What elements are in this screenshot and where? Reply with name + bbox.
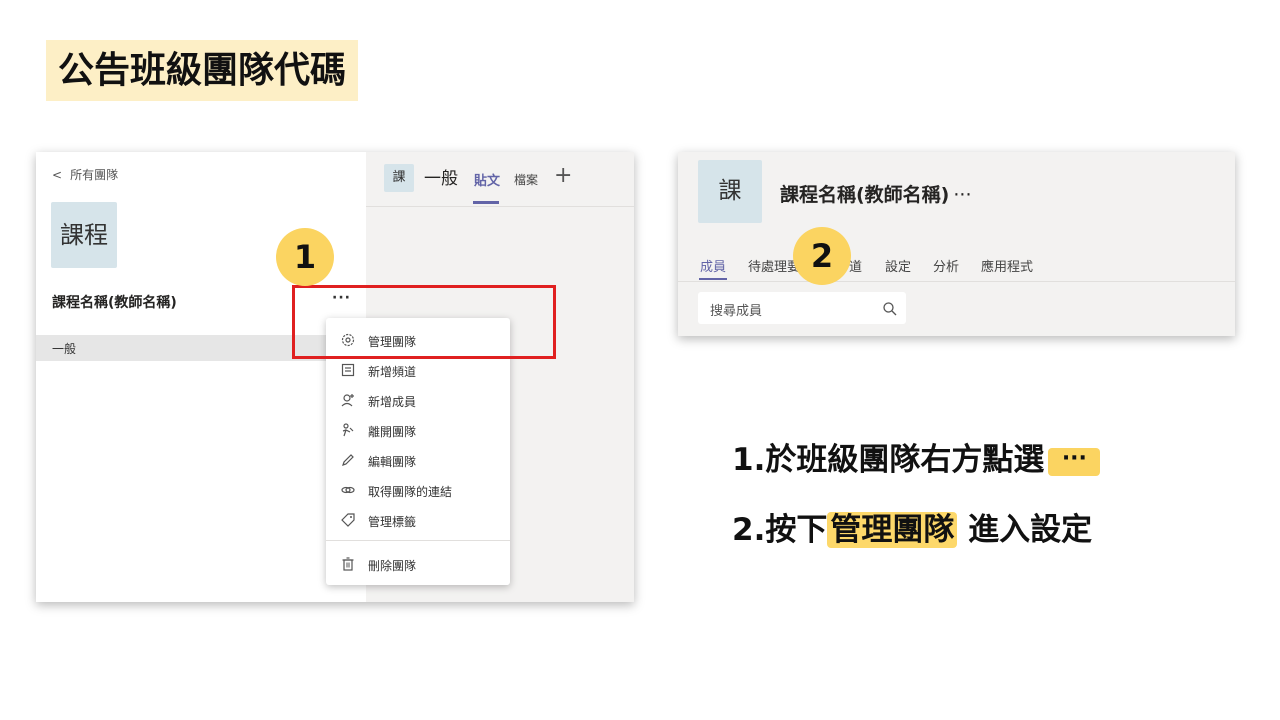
tab-active-indicator (473, 201, 499, 204)
menu-divider (326, 540, 510, 541)
manage-team-highlight-text: 管理團隊 (827, 512, 958, 548)
team-avatar: 課程 (51, 202, 117, 268)
menu-item-add-member[interactable]: 新增成員 (326, 386, 510, 414)
team-name-text: 課程名稱(教師名稱) (780, 184, 950, 206)
channel-team-avatar: 課 (384, 164, 414, 192)
manage-team-highlight (292, 285, 556, 359)
menu-item-label: 刪除團隊 (368, 559, 417, 573)
tab-active-indicator (699, 278, 727, 280)
tab-settings[interactable]: 設定 (885, 256, 911, 275)
step-1-badge: 1 (276, 228, 334, 286)
search-placeholder: 搜尋成員 (710, 304, 763, 319)
step-prefix: 2. (732, 512, 766, 548)
step-prefix: 1. (732, 442, 766, 478)
menu-item-get-link[interactable]: 取得團隊的連結 (326, 476, 510, 504)
menu-item-label: 新增頻道 (368, 365, 417, 379)
menu-item-label: 新增成員 (368, 395, 417, 409)
menu-item-manage-tags[interactable]: 管理標籤 (326, 506, 510, 534)
more-options-button[interactable]: ··· (953, 184, 971, 206)
link-icon (341, 486, 355, 494)
pencil-icon (342, 454, 354, 466)
add-member-icon (341, 394, 354, 407)
slide-title: 公告班級團隊代碼 (46, 40, 359, 101)
channel-label: 一般 (52, 342, 77, 356)
tab-analytics[interactable]: 分析 (933, 256, 959, 275)
instruction-text: 進入設定 (968, 512, 1093, 548)
tab-apps[interactable]: 應用程式 (981, 256, 1033, 275)
tag-icon (341, 513, 355, 527)
menu-item-label: 管理標籤 (368, 515, 417, 529)
menu-item-add-channel[interactable]: 新增頻道 (326, 356, 510, 384)
more-dots-badge: ··· (1048, 447, 1101, 476)
tab-divider (678, 281, 1235, 282)
channel-title: 一般 (424, 169, 458, 189)
menu-item-label: 編輯團隊 (368, 455, 417, 469)
menu-item-delete-team[interactable]: 刪除團隊 (326, 550, 510, 578)
search-members-input[interactable]: 搜尋成員 (698, 292, 906, 324)
menu-item-label: 取得團隊的連結 (368, 485, 453, 499)
team-avatar: 課 (698, 160, 762, 223)
instruction-text: 於班級團隊右方點選 (765, 442, 1045, 478)
menu-item-leave-team[interactable]: 離開團隊 (326, 416, 510, 444)
menu-item-edit-team[interactable]: 編輯團隊 (326, 446, 510, 474)
instruction-line-2: 2.按下管理團隊 進入設定 (732, 504, 1092, 549)
team-name: 課程名稱(教師名稱) ··· (780, 180, 972, 207)
trash-icon (342, 557, 354, 571)
teams-sidebar-screenshot: < 所有團隊 課程 課程名稱(教師名稱) ··· 一般 課 一般 貼文 檔案 + … (36, 152, 634, 602)
back-link-label: 所有團隊 (70, 168, 119, 182)
back-to-all-teams[interactable]: < 所有團隊 (52, 166, 118, 183)
menu-item-label: 離開團隊 (368, 425, 417, 439)
chevron-left-icon: < (52, 168, 63, 182)
manage-team-screenshot: 課 課程名稱(教師名稱) ··· 成員 待處理要 道 設定 分析 應用程式 搜尋成… (678, 152, 1235, 336)
tab-channels[interactable]: 道 (849, 256, 862, 275)
instruction-line-1: 1.於班級團隊右方點選 ··· (732, 434, 1101, 479)
step-2-badge: 2 (793, 227, 851, 285)
channel-header: 課 一般 貼文 檔案 + (366, 152, 634, 207)
search-icon (883, 302, 897, 316)
tab-posts[interactable]: 貼文 (474, 170, 500, 189)
leave-icon (342, 423, 354, 437)
instruction-text: 按下 (765, 512, 828, 548)
add-tab-button[interactable]: + (554, 163, 572, 188)
tab-files[interactable]: 檔案 (514, 171, 538, 188)
team-name[interactable]: 課程名稱(教師名稱) (52, 292, 177, 312)
tab-members[interactable]: 成員 (700, 256, 726, 275)
add-channel-icon (341, 363, 355, 377)
